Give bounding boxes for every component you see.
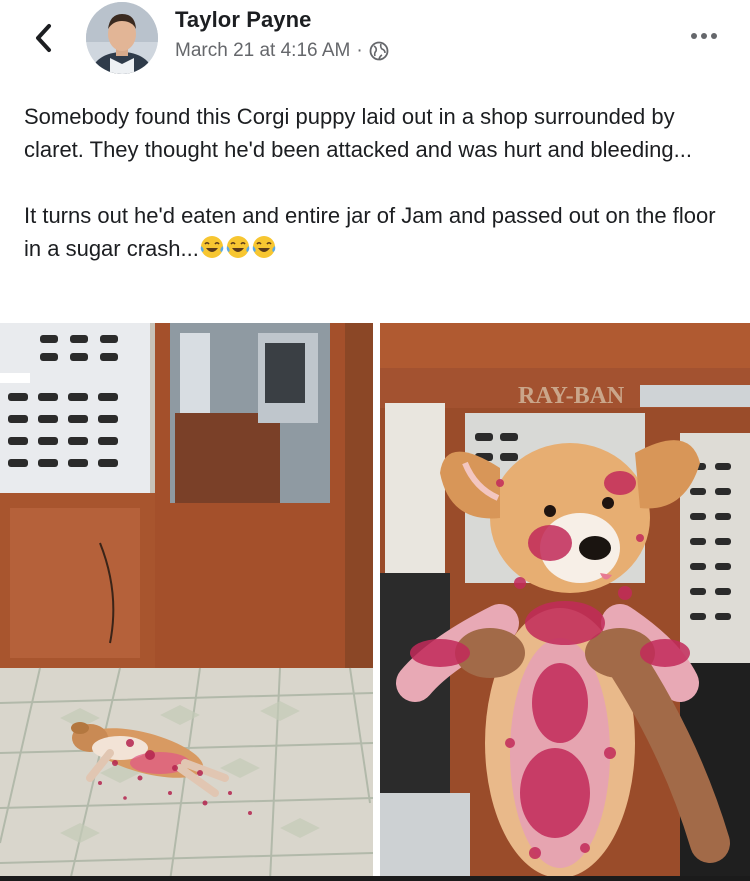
chevron-left-icon [36, 24, 51, 52]
post-paragraph-2-text: It turns out he'd eaten and entire jar o… [24, 203, 716, 261]
globe-icon[interactable] [369, 41, 389, 61]
tears-of-joy-emoji-icon [252, 236, 276, 258]
photo-grid: RAY-BAN [0, 323, 750, 881]
more-options-button[interactable] [684, 26, 724, 46]
avatar[interactable] [86, 2, 158, 74]
emoji-group [199, 236, 277, 261]
post-body: Somebody found this Corgi puppy laid out… [24, 100, 729, 265]
bottom-border [0, 876, 750, 881]
post-paragraph-1: Somebody found this Corgi puppy laid out… [24, 104, 692, 162]
ellipsis-icon [691, 33, 697, 39]
tears-of-joy-emoji-icon [200, 236, 224, 258]
timestamp[interactable]: March 21 at 4:16 AM [175, 40, 350, 62]
author-name[interactable]: Taylor Payne [175, 7, 312, 33]
back-button[interactable] [26, 18, 60, 58]
post-meta: March 21 at 4:16 AM · [175, 40, 389, 62]
tears-of-joy-emoji-icon [226, 236, 250, 258]
rayban-sign: RAY-BAN [518, 383, 625, 409]
meta-separator: · [356, 40, 363, 61]
photo-puppy-on-floor[interactable] [0, 323, 373, 881]
post-header: Taylor Payne March 21 at 4:16 AM · [0, 0, 750, 80]
photo-puppy-held-up[interactable]: RAY-BAN [380, 323, 750, 881]
post-paragraph-2: It turns out he'd eaten and entire jar o… [24, 199, 729, 265]
